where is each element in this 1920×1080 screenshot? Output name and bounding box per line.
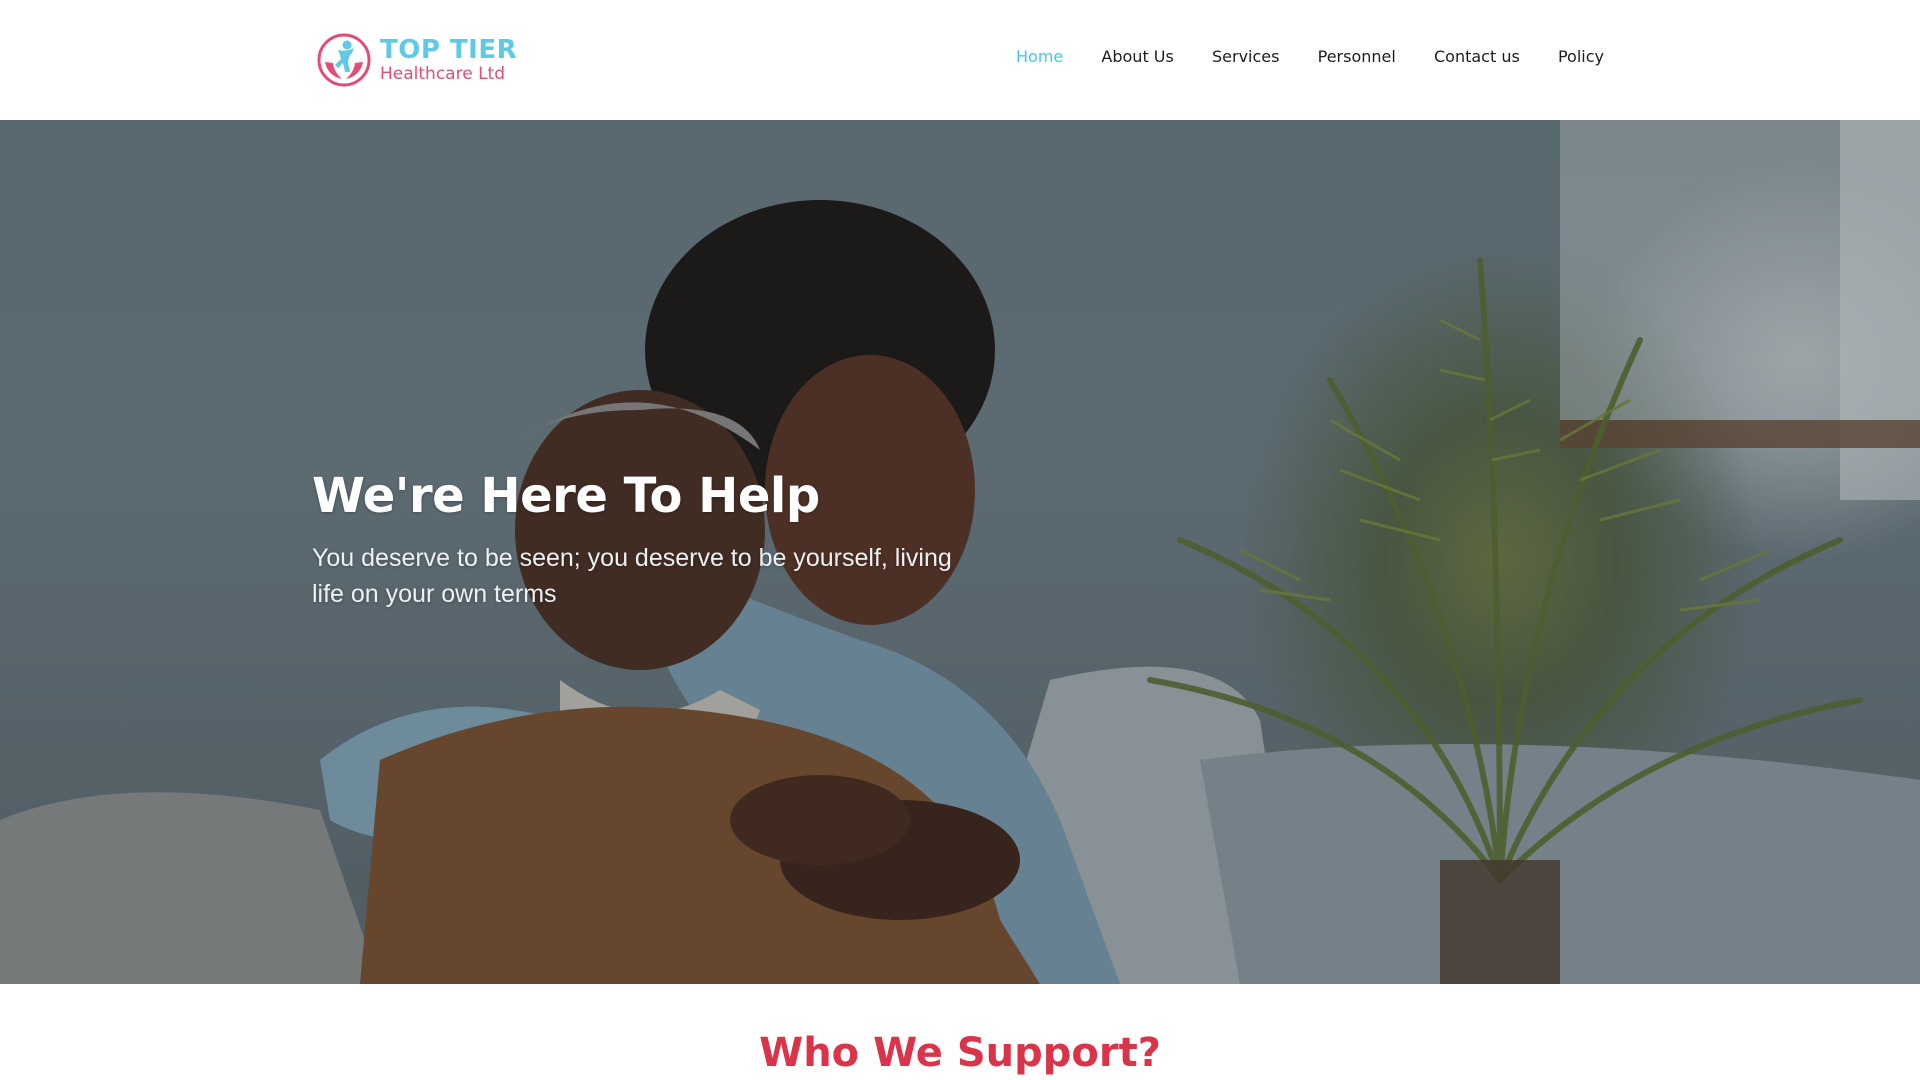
nav-services[interactable]: Services <box>1212 47 1279 66</box>
nav-personnel[interactable]: Personnel <box>1318 47 1396 66</box>
nav-policy[interactable]: Policy <box>1558 47 1604 66</box>
brand-name: TOP TIER <box>380 35 518 65</box>
site-header: TOP TIER Healthcare Ltd Home About Us Se… <box>0 0 1920 120</box>
hero-overlay <box>0 120 1920 984</box>
hero-subtitle: You deserve to be seen; you deserve to b… <box>312 544 952 608</box>
brand-logo[interactable]: TOP TIER Healthcare Ltd <box>316 32 517 88</box>
brand-wordmark: TOP TIER Healthcare Ltd <box>380 37 517 83</box>
caring-hands-person-icon <box>317 33 371 87</box>
hero-title: We're Here To Help <box>312 468 820 524</box>
nav-about-us[interactable]: About Us <box>1101 47 1173 66</box>
nav-contact-us[interactable]: Contact us <box>1434 47 1520 66</box>
nav-home[interactable]: Home <box>1016 47 1063 66</box>
who-we-support-heading: Who We Support? <box>759 1030 1161 1076</box>
main-navigation: Home About Us Services Personnel Contact… <box>1016 47 1604 66</box>
hero-banner: We're Here To Help You deserve to be see… <box>0 120 1920 984</box>
brand-tagline: Healthcare Ltd <box>380 64 505 84</box>
